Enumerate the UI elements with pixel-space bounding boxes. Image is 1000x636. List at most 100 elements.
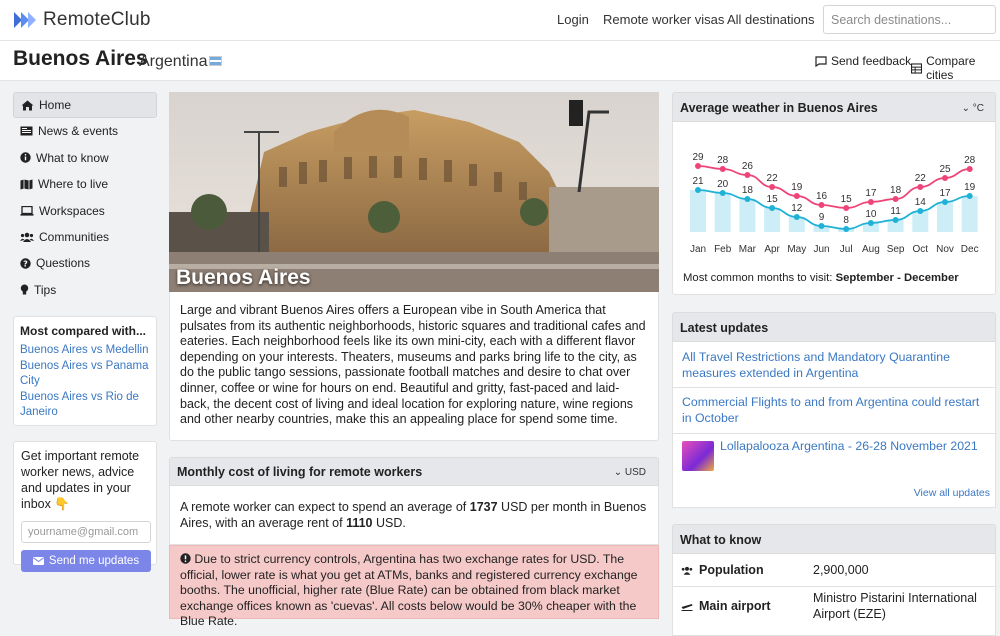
- login-link[interactable]: Login: [557, 12, 589, 27]
- view-all-updates-link[interactable]: View all updates: [914, 487, 990, 499]
- high-temp-point: [942, 175, 948, 181]
- sidebar-item-label: Home: [39, 98, 72, 112]
- low-temp-bar: [739, 199, 756, 232]
- know-value: 2,900,000: [813, 563, 869, 577]
- remote-visas-link[interactable]: Remote worker visas: [603, 12, 724, 27]
- brand-logo[interactable]: RemoteClub: [13, 9, 151, 31]
- sidebar-item-what-to-know[interactable]: What to know: [13, 145, 157, 171]
- currency-alert: Due to strict currency controls, Argenti…: [169, 545, 659, 628]
- month-tick-label: Mar: [739, 244, 757, 255]
- low-temp-data-label: 19: [964, 182, 976, 193]
- high-temp-data-label: 22: [767, 173, 779, 184]
- sidebar-item-label: News & events: [38, 124, 119, 139]
- latest-updates-title: Latest updates: [680, 321, 769, 335]
- cost-of-living-header: Monthly cost of living for remote worker…: [169, 457, 659, 486]
- sidebar-item-workspaces[interactable]: Workspaces: [13, 198, 157, 224]
- high-temp-data-label: 18: [890, 185, 902, 196]
- low-temp-point: [843, 226, 850, 232]
- search-input[interactable]: [823, 5, 996, 34]
- sidebar-item-label: Questions: [36, 256, 91, 271]
- high-temp-line: [697, 165, 970, 209]
- low-temp-point: [867, 220, 874, 226]
- month-tick-label: Jan: [690, 244, 706, 255]
- low-temp-point: [818, 223, 825, 229]
- newsletter-text: Get important remote worker news, advice…: [21, 449, 140, 511]
- low-temp-data-label: 14: [915, 197, 927, 208]
- sidebar-item-communities[interactable]: Communities: [13, 224, 157, 250]
- exclamation-icon: [180, 553, 191, 564]
- sidebar-item-questions[interactable]: ? Questions: [13, 250, 157, 276]
- sidebar-item-where-to-live[interactable]: Where to live: [13, 171, 157, 197]
- average-rent: 1110: [346, 516, 373, 530]
- users-icon: [20, 232, 34, 242]
- top-navbar: RemoteClub Login Remote worker visas All…: [0, 0, 1000, 41]
- low-temp-point: [966, 193, 973, 199]
- currency-selector[interactable]: ⌄ USD: [614, 467, 646, 478]
- sidebar-item-label: Communities: [39, 229, 110, 244]
- update-link[interactable]: Commercial Flights to and from Argentina…: [682, 395, 988, 426]
- compare-link[interactable]: Buenos Aires vs Rio de Janeiro: [20, 390, 150, 421]
- sidebar-item-tips[interactable]: Tips: [13, 277, 157, 303]
- compare-link[interactable]: Buenos Aires vs Medellin: [20, 343, 150, 359]
- high-temp-point: [843, 205, 850, 211]
- high-temp-point: [719, 166, 726, 172]
- latest-updates-header: Latest updates: [672, 312, 996, 342]
- high-temp-point: [818, 202, 825, 208]
- unit-selector[interactable]: ⌄ °C: [962, 103, 984, 114]
- month-tick-label: Apr: [764, 244, 780, 255]
- sidebar-item-home[interactable]: Home: [13, 92, 157, 118]
- send-feedback-button[interactable]: Send feedback: [815, 54, 911, 68]
- email-field[interactable]: [21, 521, 151, 543]
- high-temp-point: [917, 184, 924, 190]
- low-temp-point: [892, 217, 899, 223]
- update-item[interactable]: All Travel Restrictions and Mandatory Qu…: [672, 342, 996, 388]
- low-temp-bar: [764, 208, 781, 232]
- update-link[interactable]: Lollapalooza Argentina - 26-28 November …: [720, 439, 988, 455]
- all-destinations-link[interactable]: All destinations: [727, 12, 814, 27]
- month-tick-label: Aug: [862, 244, 880, 255]
- question-icon: ?: [20, 258, 31, 269]
- month-tick-label: Jun: [813, 244, 829, 255]
- low-temp-bar: [690, 190, 706, 232]
- svg-text:?: ?: [23, 259, 28, 268]
- low-temp-point: [769, 205, 776, 211]
- city-hero-image: Buenos Aires: [169, 92, 659, 292]
- sidebar-item-label: What to know: [36, 150, 109, 165]
- laptop-icon: [20, 205, 34, 216]
- compare-link[interactable]: Buenos Aires vs Panama City: [20, 359, 150, 390]
- know-label: Population: [699, 563, 764, 577]
- sidebar-item-news[interactable]: News & events: [13, 118, 157, 144]
- high-temp-data-label: 29: [692, 152, 704, 163]
- lightbulb-icon: [20, 284, 29, 295]
- month-tick-label: Jul: [840, 244, 853, 255]
- average-cost: 1737: [469, 500, 498, 514]
- know-row-population: Population 2,900,000: [672, 554, 996, 587]
- info-icon: [20, 152, 31, 163]
- chevron-down-icon: ⌄: [961, 103, 970, 114]
- sidebar-item-label: Where to live: [38, 177, 109, 192]
- home-icon: [21, 100, 34, 110]
- high-temp-data-label: 22: [915, 173, 927, 184]
- send-me-updates-button[interactable]: Send me updates: [21, 550, 151, 572]
- update-item[interactable]: Commercial Flights to and from Argentina…: [672, 388, 996, 434]
- high-temp-point: [769, 184, 776, 190]
- weather-header: Average weather in Buenos Aires ⌄ °C: [672, 92, 996, 122]
- compare-cities-button[interactable]: Compare cities: [911, 54, 1000, 82]
- update-link[interactable]: All Travel Restrictions and Mandatory Qu…: [682, 350, 988, 381]
- low-temp-bar: [961, 196, 978, 232]
- cost-summary-text: A remote worker can expect to spend an a…: [180, 500, 647, 530]
- page-header: Buenos Aires Argentina Send feedback Com…: [0, 41, 1000, 82]
- low-temp-data-label: 15: [767, 194, 779, 205]
- weather-chart: 29 28 26 22 19 16 15 17 18 22 25 28 21 20 18 15 12 9 8 10 11…: [690, 152, 979, 255]
- low-temp-point: [917, 208, 924, 214]
- description-text: Large and vibrant Buenos Aires offers a …: [180, 303, 646, 427]
- month-tick-label: Oct: [913, 244, 929, 255]
- weather-panel: 29 28 26 22 19 16 15 17 18 22 25 28 21 20 18 15 12 9 8 10 11…: [672, 122, 996, 295]
- low-temp-point: [793, 214, 800, 220]
- high-temp-point: [966, 166, 973, 172]
- know-value: Ministro Pistarini International Airport…: [813, 591, 977, 621]
- month-tick-label: Nov: [936, 244, 954, 255]
- most-compared-panel: Most compared with... Buenos Aires vs Me…: [13, 316, 157, 426]
- logo-icon: [14, 12, 36, 28]
- chevron-down-icon: ⌄: [613, 467, 623, 478]
